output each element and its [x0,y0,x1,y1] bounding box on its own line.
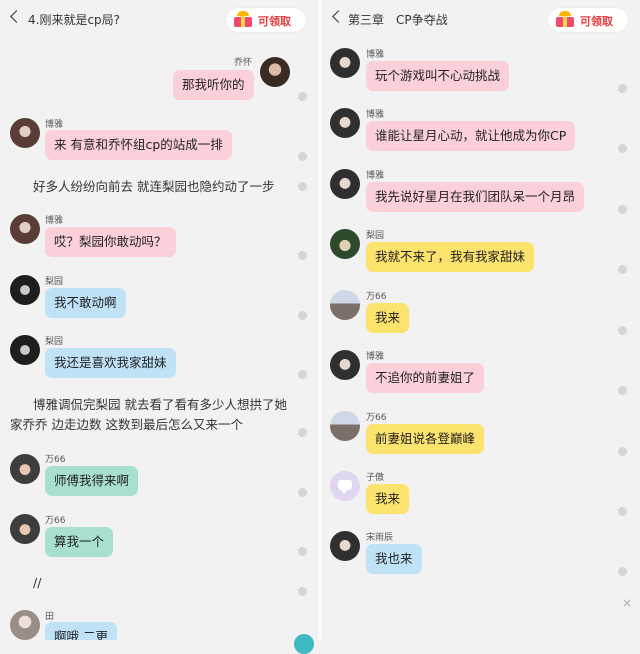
avatar[interactable] [330,350,360,380]
chat-bubble: 我先说好星月在我们团队呆一个月昂 [366,182,585,212]
avatar[interactable] [330,471,360,501]
avatar[interactable] [10,214,40,244]
comment-dot[interactable] [298,488,307,497]
narration-text: 博雅调侃完梨园 就去看了看有多少人想拱了她 [33,397,287,412]
avatar[interactable] [330,531,360,561]
chat-bubble: 算我一个 [45,527,114,557]
close-icon[interactable]: × [622,596,632,610]
avatar[interactable] [10,275,40,305]
sender-name: 万66 [45,455,66,465]
chat-bubble: 我来 [366,303,410,333]
claim-reward-label: 可领取 [258,15,291,28]
back-chevron-left-icon[interactable] [10,10,23,23]
sender-name: 子傲 [366,473,385,483]
avatar[interactable] [10,118,40,148]
sender-name: 梨园 [366,231,385,241]
comment-dot[interactable] [298,152,307,161]
avatar[interactable] [260,57,290,87]
comment-dot[interactable] [618,507,627,516]
right-story-panel: 第三章 CP争夺战 可领取 博雅 玩个游戏叫不心动挑战 博雅 谁能让星月心动，就… [322,0,640,640]
sender-name: 宋雨辰 [366,533,394,543]
avatar[interactable] [330,169,360,199]
narration-text: 家乔乔 边走边数 这数到最后怎么又来一个 [10,417,243,432]
back-chevron-left-icon[interactable] [332,10,345,23]
narration-text: // [33,575,42,590]
comment-dot[interactable] [298,428,307,437]
avatar[interactable] [10,454,40,484]
floating-action-button[interactable] [294,634,314,654]
comment-dot[interactable] [618,265,627,274]
chat-bubble: 来 有意和乔怀组cp的站成一排 [45,130,232,160]
chapter-title: 4.刚来就是cp局? [28,13,121,27]
sender-name: 乔怀 [234,58,253,68]
chat-bubble: 我不敢动啊 [45,288,126,318]
sender-name: 梨园 [45,337,64,347]
sender-name: 博雅 [45,120,64,130]
chat-bubble: 啊哦 二更 [45,622,117,640]
chat-bubble: 哎？梨园你敢动吗？ [45,227,176,257]
comment-dot[interactable] [298,182,307,191]
chapter-title: 第三章 CP争夺战 [348,13,448,27]
chat-bubble: 那我听你的 [173,70,254,100]
sender-name: 万66 [366,292,387,302]
narration-text: 好多人纷纷向前去 就连梨园也隐约动了一步 [33,179,275,194]
chat-bubble: 玩个游戏叫不心动挑战 [366,61,510,91]
comment-dot[interactable] [298,92,307,101]
chat-bubble: 谁能让星月心动，就让他成为你CP [366,121,576,151]
chat-bubble: 前妻姐说各登巅峰 [366,424,485,454]
avatar[interactable] [10,610,40,640]
sender-name: 田 [45,612,55,622]
gift-box-icon [556,11,574,27]
chat-bubble: 我还是喜欢我家甜妹 [45,348,176,378]
left-story-panel: 4.刚来就是cp局? 可领取 乔怀 那我听你的 博雅 来 有意和乔怀组cp的站成… [0,0,318,640]
comment-dot[interactable] [618,447,627,456]
comment-dot[interactable] [618,386,627,395]
sender-name: 万66 [45,516,66,526]
sender-name: 梨园 [45,277,64,287]
comment-dot[interactable] [298,547,307,556]
comment-dot[interactable] [618,84,627,93]
comment-dot[interactable] [618,205,627,214]
comment-dot[interactable] [298,311,307,320]
comment-dot[interactable] [618,326,627,335]
avatar[interactable] [10,335,40,365]
comment-dot[interactable] [298,587,307,596]
chat-bubble: 不追你的前妻姐了 [366,363,485,393]
sender-name: 博雅 [366,171,385,181]
chat-bubble: 我来 [366,484,410,514]
sender-name: 博雅 [366,352,385,362]
chat-bubble: 我就不来了，我有我家甜妹 [366,242,535,272]
top-bar: 第三章 CP争夺战 可领取 [322,0,640,40]
avatar[interactable] [330,290,360,320]
chat-bubble-icon [338,480,352,494]
sender-name: 万66 [366,413,387,423]
chat-bubble: 我也来 [366,544,422,574]
avatar[interactable] [330,108,360,138]
comment-dot[interactable] [298,370,307,379]
gift-box-icon [234,11,252,27]
claim-reward-button[interactable]: 可领取 [548,8,628,32]
avatar[interactable] [330,411,360,441]
comment-dot[interactable] [618,144,627,153]
sender-name: 博雅 [45,216,64,226]
avatar[interactable] [10,514,40,544]
avatar[interactable] [330,229,360,259]
avatar[interactable] [330,48,360,78]
top-bar: 4.刚来就是cp局? 可领取 [0,0,318,40]
comment-dot[interactable] [298,251,307,260]
sender-name: 博雅 [366,110,385,120]
sender-name: 博雅 [366,50,385,60]
chat-bubble: 师傅我得来啊 [45,466,139,496]
claim-reward-label: 可领取 [580,15,613,28]
claim-reward-button[interactable]: 可领取 [226,8,306,32]
comment-dot[interactable] [618,567,627,576]
